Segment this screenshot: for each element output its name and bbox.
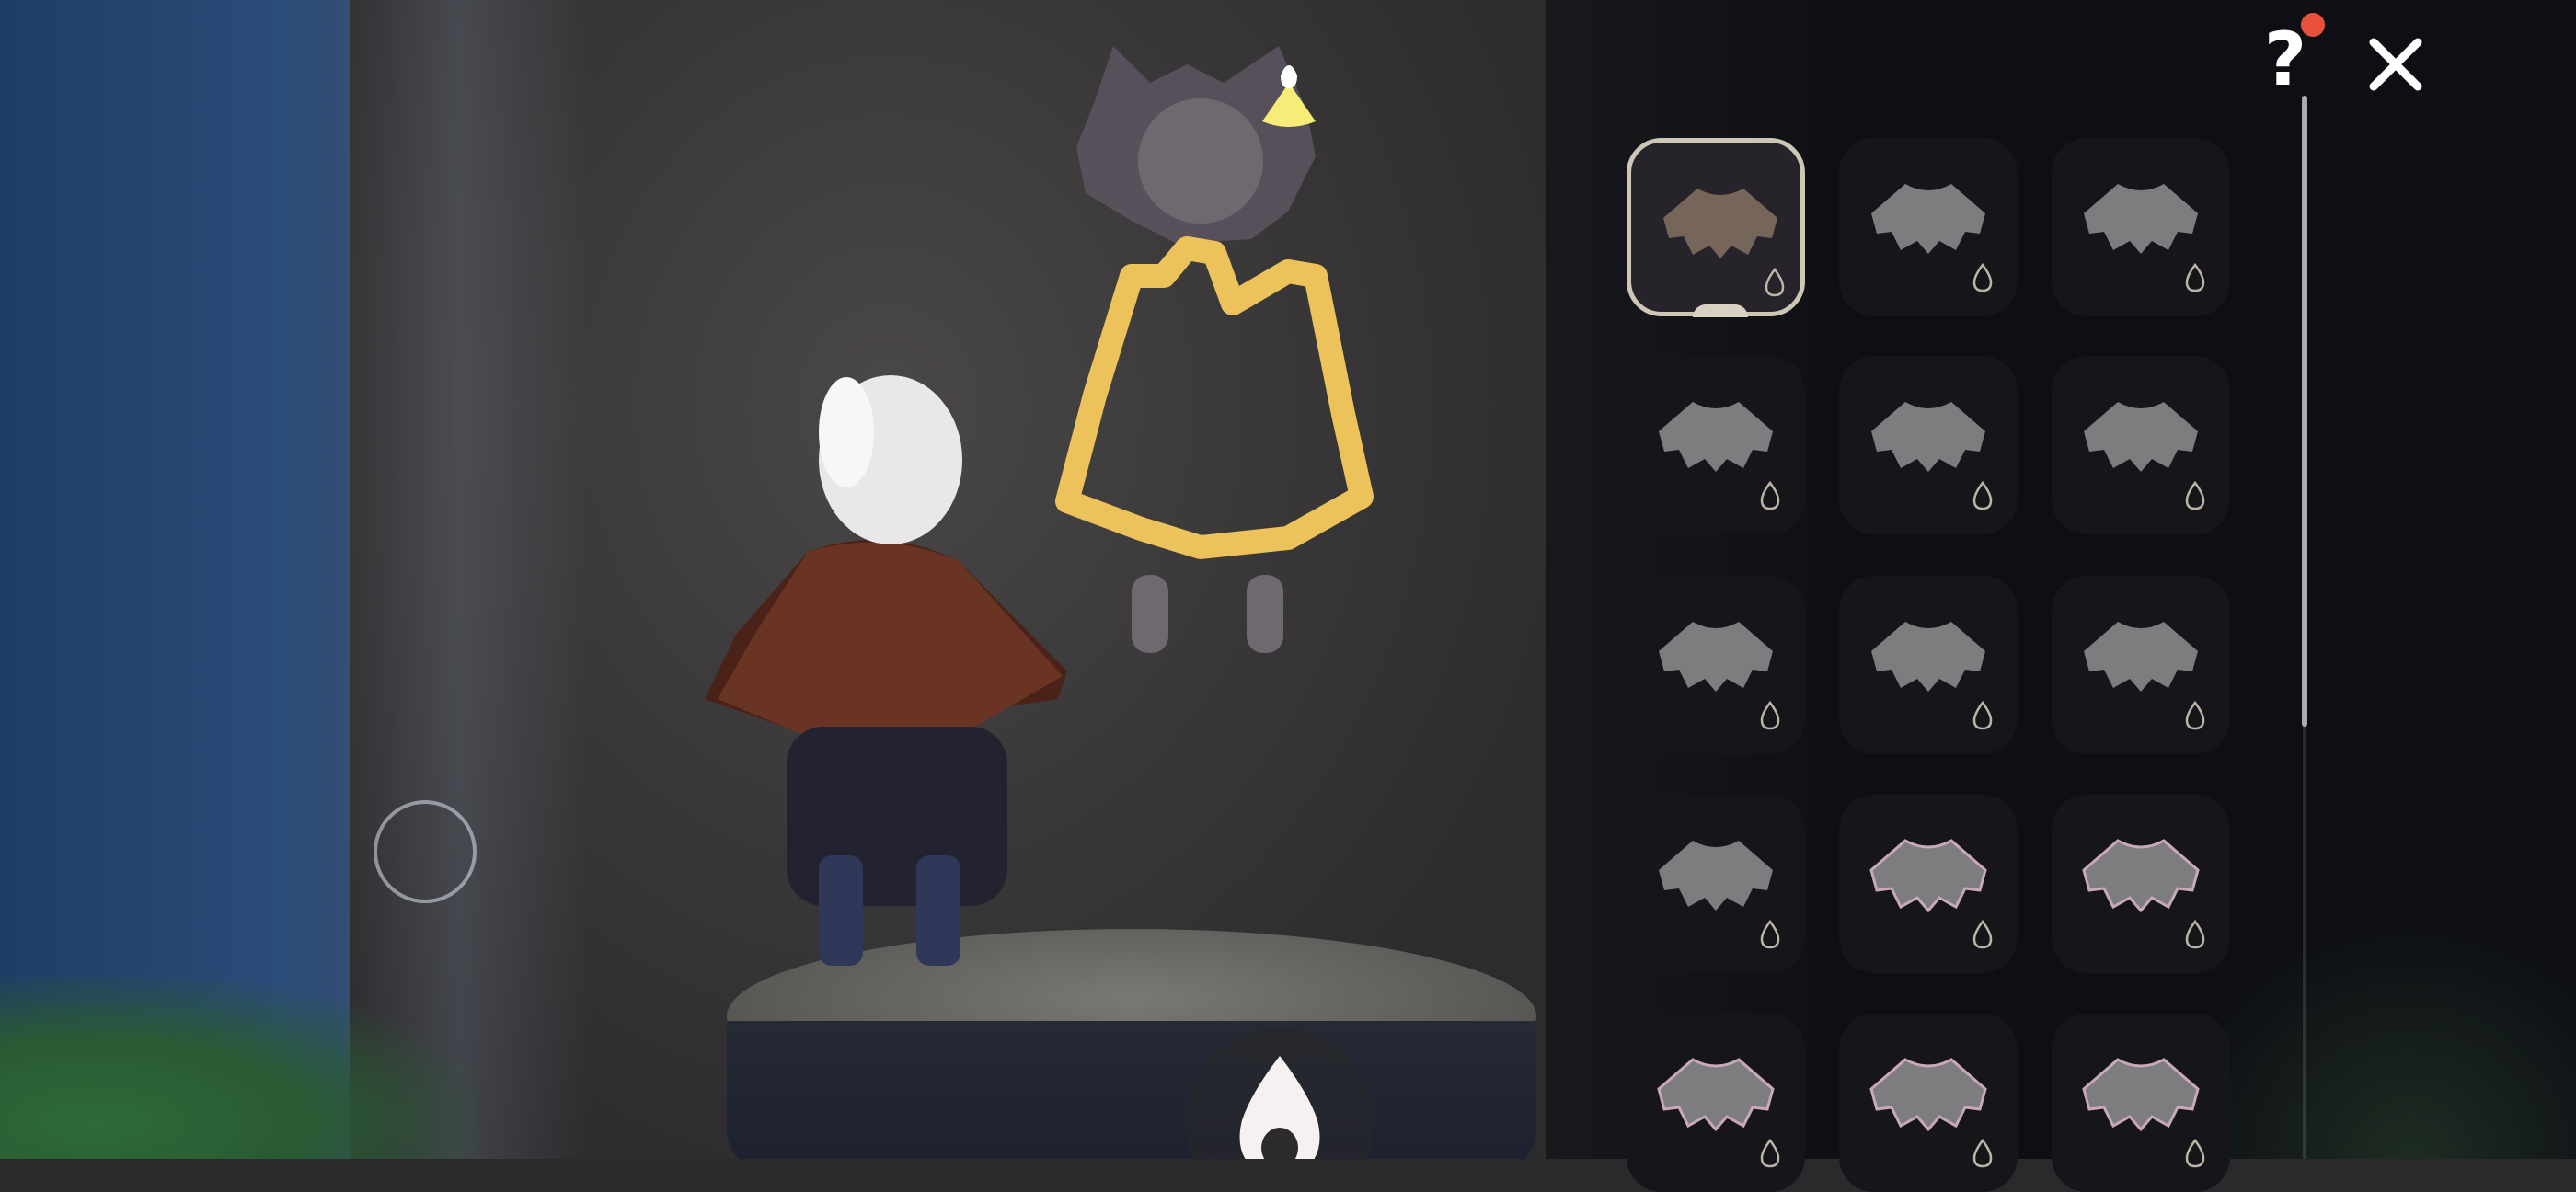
cape-slot[interactable] — [2052, 356, 2230, 534]
cape-icon — [1869, 1058, 1987, 1132]
droplet-icon — [2185, 701, 2205, 730]
pedestal-base — [727, 1021, 1536, 1159]
cape-icon — [1871, 622, 1985, 692]
cape-icon — [2084, 184, 2198, 254]
droplet-icon — [2185, 263, 2205, 292]
droplet-icon — [1760, 920, 1780, 949]
cape-icon — [2082, 1058, 2200, 1132]
droplet-icon — [2185, 1139, 2205, 1168]
droplet-icon — [1760, 481, 1780, 510]
light-cone-indicator-icon — [1262, 65, 1316, 127]
help-label: ? — [2263, 17, 2307, 102]
selected-indicator — [1693, 304, 1748, 317]
cape-slot[interactable] — [1627, 356, 1805, 534]
cape-slot[interactable] — [1839, 576, 2018, 754]
close-icon[interactable] — [2357, 26, 2434, 103]
notification-badge — [2301, 13, 2325, 37]
joystick-ring-icon[interactable] — [374, 800, 477, 903]
cape-slot[interactable] — [2052, 795, 2230, 973]
droplet-icon — [1760, 1139, 1780, 1168]
droplet-icon — [1972, 1139, 1993, 1168]
cape-slot[interactable] — [1839, 795, 2018, 973]
droplet-icon — [1972, 481, 1993, 510]
cape-icon — [1659, 841, 1773, 911]
player-character — [705, 375, 1067, 966]
cape-slot[interactable] — [1627, 1014, 1805, 1192]
cape-slot[interactable] — [1627, 138, 1805, 317]
cape-slot[interactable] — [1839, 356, 2018, 534]
cape-slot[interactable] — [1839, 138, 2018, 316]
cape-slot[interactable] — [1627, 795, 1805, 973]
cape-slot[interactable] — [2052, 576, 2230, 754]
droplet-icon — [1765, 268, 1785, 297]
cape-icon — [1657, 1058, 1775, 1132]
droplet-icon — [1972, 263, 1993, 292]
cape-icon — [1871, 402, 1985, 472]
cape-icon — [2084, 622, 2198, 692]
cape-icon — [2082, 839, 2200, 913]
droplet-icon — [1760, 701, 1780, 730]
cape-icon — [2084, 402, 2198, 472]
cape-slot[interactable] — [2052, 138, 2230, 316]
candle-flame-icon — [1239, 1056, 1320, 1159]
cape-icon — [1659, 622, 1773, 692]
cape-slot[interactable] — [1839, 1014, 2018, 1192]
cape-icon — [1663, 189, 1777, 258]
cape-slot[interactable] — [1627, 576, 1805, 754]
cape-icon — [1869, 839, 1987, 913]
droplet-icon — [1972, 701, 1993, 730]
cape-icon — [1659, 402, 1773, 472]
droplet-icon — [2185, 920, 2205, 949]
scrollbar-thumb[interactable] — [2302, 96, 2307, 727]
grass-foliage — [0, 975, 478, 1159]
droplet-icon — [1972, 920, 1993, 949]
cape-icon — [1871, 184, 1985, 254]
cape-slot[interactable] — [2052, 1014, 2230, 1192]
droplet-icon — [2185, 481, 2205, 510]
